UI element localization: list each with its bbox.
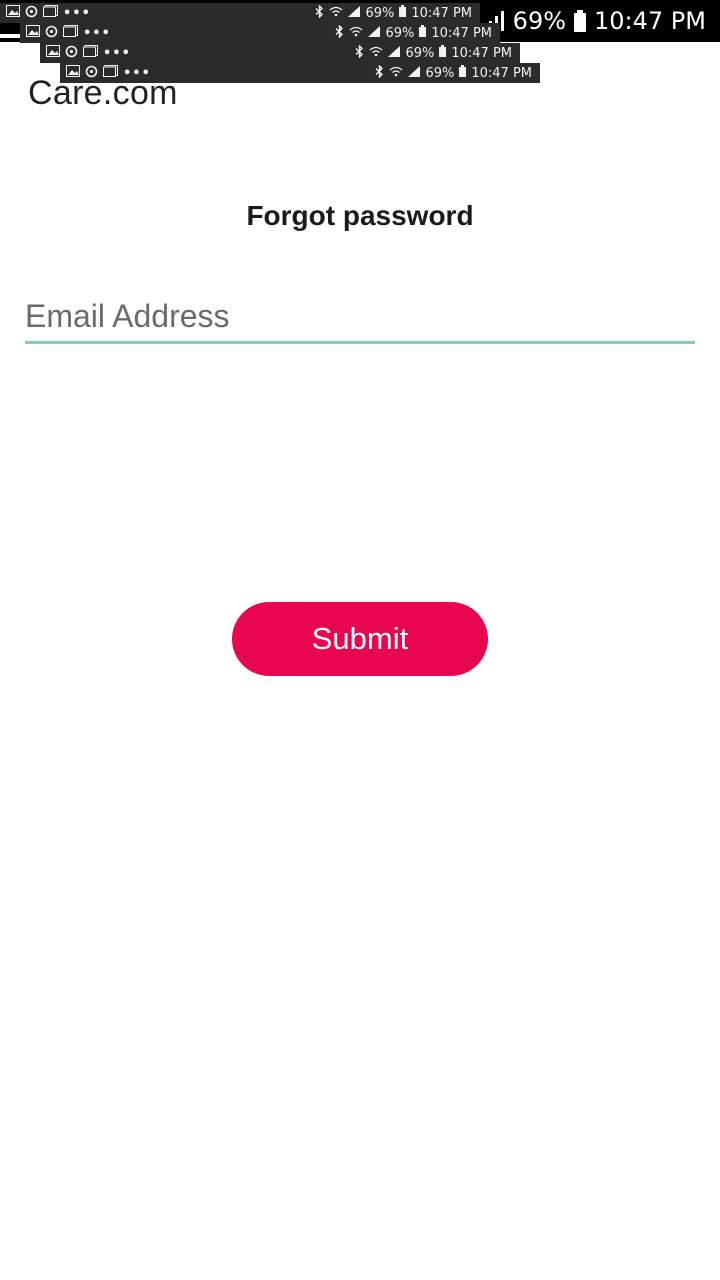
battery-percent: 69% [405,45,435,61]
gallery-icon [43,5,58,21]
page-title: Forgot password [246,200,474,231]
clock: 10:47 PM [451,45,512,61]
battery-percent: 69% [425,65,455,81]
forgot-password-screen: 69% 10:47 PM ••• 69% 10:47 PM ••• 69% 10… [0,0,720,1280]
battery-percent: 69% [365,5,395,21]
submit-button[interactable]: Submit [232,602,488,676]
image-icon [6,5,20,21]
gallery-icon [103,65,118,81]
bluetooth-icon [375,63,384,82]
bluetooth-icon [355,43,364,62]
ghost-status-bar: ••• 69% 10:47 PM [60,63,540,83]
bluetooth-icon [315,3,324,22]
clock: 10:47 PM [594,7,706,35]
clock: 10:47 PM [471,65,532,81]
battery-icon [399,5,407,21]
battery-icon [419,25,427,41]
email-field-container [25,292,695,344]
glitch-stripe [0,34,20,38]
wifi-icon [389,66,403,81]
gallery-icon [83,45,98,61]
signal-icon [348,5,361,21]
clock: 10:47 PM [431,25,492,41]
signal-icon [368,25,381,41]
wifi-icon [349,26,363,41]
wifi-icon [369,46,383,61]
battery-icon [439,45,447,61]
battery-percent: 69% [512,7,567,35]
more-notifications: ••• [63,5,91,21]
signal-icon [388,45,401,61]
wifi-icon [329,6,343,21]
ghost-status-bar: ••• 69% 10:47 PM [20,23,500,43]
more-notifications: ••• [83,25,111,41]
ghost-status-bar: ••• 69% 10:47 PM [0,3,480,23]
more-notifications: ••• [103,45,131,61]
signal-icon [408,65,421,81]
sync-icon [25,5,38,22]
more-notifications: ••• [123,65,151,81]
ghost-status-bar: ••• 69% 10:47 PM [40,43,520,63]
battery-icon [459,65,467,81]
image-icon [46,45,60,61]
sync-icon [45,25,58,42]
bluetooth-icon [335,23,344,42]
battery-percent: 69% [385,25,415,41]
gallery-icon [63,25,78,41]
image-icon [26,25,40,41]
sync-icon [65,45,78,62]
sync-icon [85,65,98,82]
clock: 10:47 PM [411,5,472,21]
image-icon [66,65,80,81]
battery-icon [573,10,587,32]
email-field[interactable] [25,292,695,340]
